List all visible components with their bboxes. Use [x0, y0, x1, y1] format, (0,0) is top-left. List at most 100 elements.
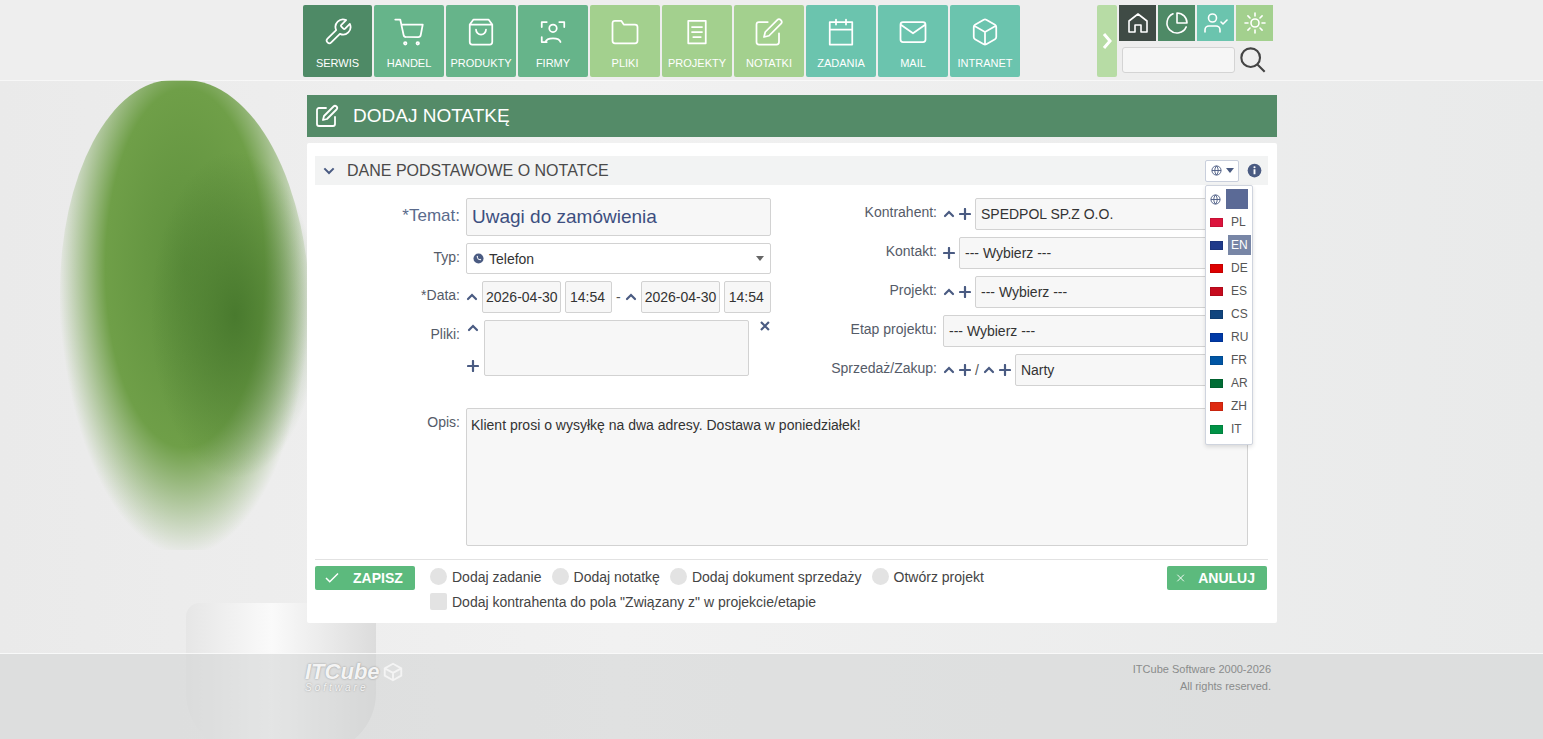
- module-icon: [754, 17, 784, 47]
- type-select[interactable]: Telefon: [466, 243, 771, 274]
- plus-icon[interactable]: [999, 364, 1011, 376]
- x-icon: [1175, 569, 1186, 587]
- end-date-input[interactable]: 2026-04-30: [641, 281, 720, 313]
- module-icon: [323, 17, 353, 47]
- top-bar: SERWISHANDELPRODUKTYFIRMYPLIKIPROJEKTYNO…: [0, 0, 1543, 80]
- chevron-up-icon[interactable]: [943, 364, 955, 376]
- home-button[interactable]: [1119, 5, 1156, 41]
- field-label: Sprzedaż/Zakup:: [790, 354, 937, 376]
- language-option[interactable]: [1206, 188, 1252, 211]
- settings-button[interactable]: [1236, 5, 1273, 41]
- caret-icon: [756, 256, 764, 261]
- chevron-up-icon[interactable]: [943, 286, 955, 298]
- flag-icon: [1210, 218, 1223, 227]
- language-option[interactable]: EN: [1206, 234, 1252, 257]
- subject-input[interactable]: Uwagi do zamówienia: [466, 198, 771, 236]
- module-icon: [682, 17, 712, 47]
- module-icon: [466, 17, 496, 47]
- module-icon: [610, 17, 640, 47]
- plus-icon[interactable]: [959, 364, 971, 376]
- chevron-up-icon[interactable]: [467, 322, 479, 334]
- language-button[interactable]: [1205, 160, 1239, 182]
- language-option[interactable]: CS: [1206, 303, 1252, 326]
- search-input[interactable]: [1122, 47, 1235, 73]
- language-option[interactable]: RU: [1206, 326, 1252, 349]
- language-option[interactable]: ES: [1206, 280, 1252, 303]
- flag-icon: [1210, 287, 1223, 296]
- end-time-input[interactable]: 14:54: [724, 281, 771, 313]
- plus-icon[interactable]: [943, 247, 955, 259]
- flag-icon: [1210, 379, 1223, 388]
- plus-icon[interactable]: [959, 208, 971, 220]
- files-list[interactable]: [484, 320, 749, 376]
- cube-icon: [382, 661, 404, 683]
- language-option[interactable]: IT: [1206, 418, 1252, 441]
- type-label: Typ:: [315, 243, 460, 265]
- module-tile[interactable]: PROJEKTY: [662, 5, 732, 77]
- module-icon: [538, 17, 568, 47]
- clear-icon[interactable]: [759, 320, 771, 332]
- note-form-card: DANE PODSTAWOWE O NOTATCEPLENDEESCSRUFRA…: [307, 143, 1277, 623]
- field-input[interactable]: --- Wybierz ---: [943, 315, 1248, 347]
- chevron-up-icon[interactable]: [983, 364, 995, 376]
- globe-icon: [1210, 194, 1221, 205]
- check-icon: [323, 569, 341, 587]
- module-tile[interactable]: NOTATKI: [734, 5, 804, 77]
- globe-icon: [1211, 165, 1222, 176]
- gear-icon: [1243, 11, 1267, 35]
- module-icon: [826, 17, 856, 47]
- start-time-input[interactable]: 14:54: [565, 281, 612, 313]
- language-option[interactable]: PL: [1206, 211, 1252, 234]
- option-radio[interactable]: Dodaj zadanie: [430, 568, 542, 585]
- chevron-up-icon[interactable]: [943, 208, 955, 220]
- module-tile[interactable]: MAIL: [878, 5, 948, 77]
- option-radio[interactable]: Otwórz projekt: [872, 568, 984, 585]
- save-button[interactable]: ZAPISZ: [315, 566, 415, 590]
- logo: ITCubeSoftware: [305, 659, 404, 693]
- plus-icon[interactable]: [467, 360, 479, 372]
- page-title: DODAJ NOTATKĘ: [353, 105, 510, 127]
- files-label: Pliki:: [315, 320, 460, 342]
- copyright: ITCube Software 2000-2026All rights rese…: [1133, 659, 1271, 695]
- language-option[interactable]: FR: [1206, 349, 1252, 372]
- users-button[interactable]: [1197, 5, 1234, 41]
- page: SERWISHANDELPRODUKTYFIRMYPLIKIPROJEKTYNO…: [0, 0, 1543, 739]
- module-tile[interactable]: FIRMY: [518, 5, 588, 77]
- reports-button[interactable]: [1158, 5, 1195, 41]
- field-label: Projekt:: [790, 276, 937, 298]
- option-radio[interactable]: Dodaj dokument sprzedaży: [670, 568, 862, 585]
- module-icon: [394, 17, 424, 47]
- module-tile[interactable]: PRODUKTY: [446, 5, 516, 77]
- search-icon[interactable]: [1239, 46, 1267, 74]
- module-tile[interactable]: PLIKI: [590, 5, 660, 77]
- info-icon[interactable]: [1247, 163, 1262, 178]
- section-header[interactable]: DANE PODSTAWOWE O NOTATCEPLENDEESCSRUFRA…: [315, 156, 1268, 185]
- language-menu: PLENDEESCSRUFRARZHIT: [1205, 185, 1253, 445]
- module-tile[interactable]: HANDEL: [374, 5, 444, 77]
- description-textarea[interactable]: Klient prosi o wysyłkę na dwa adresy. Do…: [466, 408, 1248, 546]
- page-title-bar: DODAJ NOTATKĘ: [307, 95, 1277, 137]
- chevron-up-icon[interactable]: [466, 291, 478, 303]
- caret-icon: [1226, 168, 1234, 173]
- start-date-input[interactable]: 2026-04-30: [482, 281, 561, 313]
- module-icon: [970, 17, 1000, 47]
- module-tile[interactable]: INTRANET: [950, 5, 1020, 77]
- pie-chart-icon: [1165, 11, 1189, 35]
- link-contractor-checkbox[interactable]: Dodaj kontrahenta do pola "Związany z" w…: [430, 593, 984, 610]
- language-option[interactable]: AR: [1206, 372, 1252, 395]
- section-title: DANE PODSTAWOWE O NOTATCE: [347, 162, 609, 180]
- expand-tab[interactable]: [1097, 5, 1117, 77]
- language-option[interactable]: ZH: [1206, 395, 1252, 418]
- plus-icon[interactable]: [959, 286, 971, 298]
- option-radio[interactable]: Dodaj notatkę: [552, 568, 660, 585]
- chevron-up-icon[interactable]: [625, 291, 637, 303]
- language-option[interactable]: DE: [1206, 257, 1252, 280]
- footer: ITCubeSoftware ITCube Software 2000-2026A…: [0, 653, 1543, 739]
- module-tile[interactable]: ZADANIA: [806, 5, 876, 77]
- field-label: Etap projektu:: [790, 315, 937, 337]
- module-tile[interactable]: SERWIS: [303, 5, 372, 77]
- description-label: Opis:: [315, 408, 460, 430]
- flag-icon: [1210, 333, 1223, 342]
- flag-icon: [1210, 402, 1223, 411]
- cancel-button[interactable]: ANULUJ: [1167, 566, 1267, 590]
